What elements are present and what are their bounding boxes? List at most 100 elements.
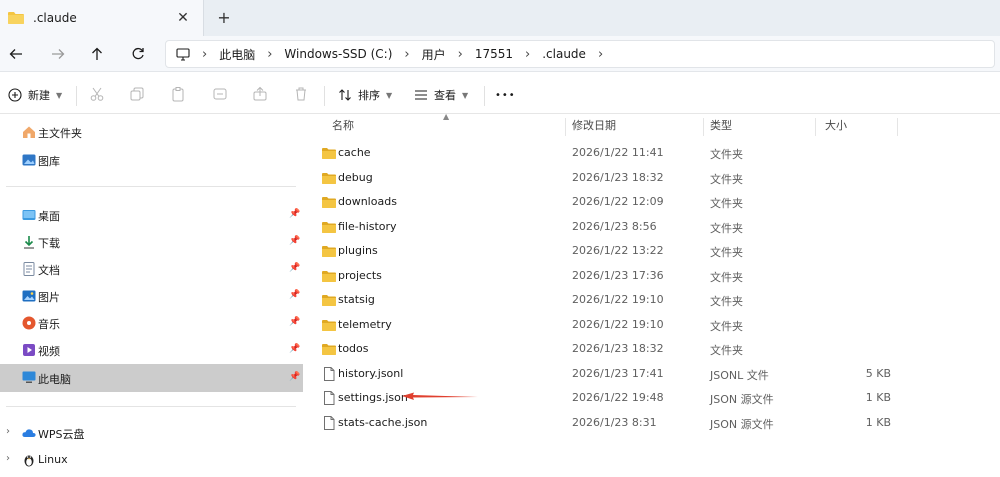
copy-icon[interactable] xyxy=(129,86,145,102)
download-icon xyxy=(24,236,34,249)
sidebar-item-home[interactable]: 主文件夹 xyxy=(0,119,303,145)
trash-icon[interactable] xyxy=(293,86,309,102)
chevron-right-icon[interactable]: › xyxy=(6,426,10,437)
file-row[interactable]: downloads 2026/1/22 12:09 文件夹 xyxy=(305,190,1000,214)
sidebar-divider xyxy=(6,186,296,187)
view-button-label: 查看 xyxy=(434,89,456,102)
chevron-right-icon[interactable]: › xyxy=(6,453,10,464)
file-type: JSONL 文件 xyxy=(710,368,769,382)
column-divider[interactable] xyxy=(703,118,704,136)
navigation-pane: 主文件夹 图库 桌面 📌 下载 📌 文档 📌 图片 📌 音乐 📌 视频 📌 此电… xyxy=(0,114,304,477)
sort-button[interactable]: 排序 ▼ xyxy=(338,84,392,106)
file-name: file-history xyxy=(338,219,397,233)
sidebar-item-label: 音乐 xyxy=(38,318,60,331)
chevron-right-icon[interactable]: › xyxy=(458,47,463,62)
pin-icon[interactable]: 📌 xyxy=(289,372,300,382)
file-row[interactable]: history.jsonl 2026/1/23 17:41 JSONL 文件 5 KB xyxy=(305,362,1000,386)
file-row[interactable]: todos 2026/1/23 18:32 文件夹 xyxy=(305,337,1000,361)
desktop-icon xyxy=(22,210,36,220)
back-button[interactable] xyxy=(4,42,28,66)
file-name: statsig xyxy=(338,293,375,306)
breadcrumb-claude[interactable]: .claude xyxy=(542,47,586,61)
file-modified: 2026/1/23 8:31 xyxy=(572,415,657,429)
new-button[interactable]: 新建 ▼ xyxy=(8,84,62,106)
sidebar-item-documents[interactable]: 文档 📌 xyxy=(0,256,303,282)
file-row[interactable]: statsig 2026/1/22 19:10 文件夹 xyxy=(305,288,1000,312)
file-name: projects xyxy=(338,268,382,282)
forward-button[interactable] xyxy=(46,42,70,66)
tab-claude[interactable]: .claude ✕ xyxy=(0,0,204,36)
pin-icon[interactable]: 📌 xyxy=(289,290,300,300)
file-list: ▲ 名称 修改日期 类型 大小 cache 2026/1/22 11:41 文件夹 d… xyxy=(305,112,1000,477)
breadcrumb-user-17551[interactable]: 17551 xyxy=(475,47,513,61)
new-tab-button[interactable]: + xyxy=(214,8,234,28)
column-header-size[interactable]: 大小 xyxy=(825,114,847,136)
file-row[interactable]: telemetry 2026/1/22 19:10 文件夹 xyxy=(305,313,1000,337)
arrow-right-icon xyxy=(52,49,65,59)
breadcrumb-this-pc[interactable]: 此电脑 xyxy=(219,46,255,63)
file-row[interactable]: stats-cache.json 2026/1/23 8:31 JSON 源文件 1 … xyxy=(305,411,1000,435)
sidebar-item-downloads[interactable]: 下载 📌 xyxy=(0,229,303,255)
sidebar-item-label: Linux xyxy=(38,453,68,466)
file-row[interactable]: file-history 2026/1/23 8:56 文件夹 xyxy=(305,215,1000,239)
file-row[interactable]: plugins 2026/1/22 13:22 文件夹 xyxy=(305,239,1000,263)
file-row[interactable]: debug 2026/1/23 18:32 文件夹 xyxy=(305,166,1000,190)
sort-button-label: 排序 xyxy=(358,89,380,102)
refresh-button[interactable] xyxy=(126,42,150,66)
chevron-right-icon[interactable]: › xyxy=(525,47,530,62)
address-bar[interactable]: › 此电脑 › Windows-SSD (C:) › 用户 › 17551 › … xyxy=(165,40,995,68)
pin-icon[interactable]: 📌 xyxy=(289,236,300,246)
sidebar-item-pictures[interactable]: 图片 📌 xyxy=(0,283,303,309)
file-modified: 2026/1/22 19:10 xyxy=(572,293,664,306)
file-icon xyxy=(324,366,335,381)
view-list-icon xyxy=(415,90,427,100)
sidebar-item-wps-cloud[interactable]: › WPS云盘 xyxy=(0,420,303,446)
chevron-right-icon[interactable]: › xyxy=(404,47,409,62)
column-divider[interactable] xyxy=(565,118,566,136)
rename-icon[interactable] xyxy=(212,86,228,102)
pin-icon[interactable]: 📌 xyxy=(289,263,300,273)
chevron-down-icon: ▼ xyxy=(462,90,469,100)
refresh-icon xyxy=(132,47,144,60)
breadcrumb-drive-c[interactable]: Windows-SSD (C:) xyxy=(284,47,392,61)
cut-icon[interactable] xyxy=(89,86,105,102)
share-icon[interactable] xyxy=(252,86,268,102)
more-options-button[interactable]: ••• xyxy=(495,84,516,106)
chevron-right-icon[interactable]: › xyxy=(267,47,272,62)
chevron-down-icon: ▼ xyxy=(56,90,63,100)
paste-icon[interactable] xyxy=(170,86,186,102)
file-size: 1 KB xyxy=(865,415,891,429)
sidebar-item-this-pc[interactable]: 此电脑 📌 xyxy=(0,364,303,392)
sidebar-item-videos[interactable]: 视频 📌 xyxy=(0,337,303,363)
sidebar-item-desktop[interactable]: 桌面 📌 xyxy=(0,202,303,228)
column-divider[interactable] xyxy=(815,118,816,136)
chevron-right-icon[interactable]: › xyxy=(598,47,603,62)
column-divider[interactable] xyxy=(897,118,898,136)
sidebar-item-music[interactable]: 音乐 📌 xyxy=(0,310,303,336)
pin-icon[interactable]: 📌 xyxy=(289,317,300,327)
file-row[interactable]: cache 2026/1/22 11:41 文件夹 xyxy=(305,141,1000,165)
video-icon xyxy=(23,344,35,356)
file-type: 文件夹 xyxy=(710,270,743,284)
pin-icon[interactable]: 📌 xyxy=(289,344,300,354)
file-modified: 2026/1/23 17:36 xyxy=(572,268,664,282)
folder-icon xyxy=(322,221,336,233)
view-button[interactable]: 查看 ▼ xyxy=(414,84,468,106)
tab-close-button[interactable]: ✕ xyxy=(173,10,193,26)
file-type: 文件夹 xyxy=(710,221,743,235)
sidebar-item-label: 主文件夹 xyxy=(38,127,82,140)
sidebar-item-gallery[interactable]: 图库 xyxy=(0,147,303,173)
folder-icon xyxy=(322,148,336,159)
file-row[interactable]: projects 2026/1/23 17:36 文件夹 xyxy=(305,264,1000,288)
column-header-modified[interactable]: 修改日期 xyxy=(572,114,616,136)
sort-ascending-icon: ▲ xyxy=(443,112,450,121)
music-icon xyxy=(22,316,36,330)
file-icon xyxy=(324,391,335,405)
column-header-name[interactable]: 名称 xyxy=(332,114,354,136)
breadcrumb-users[interactable]: 用户 xyxy=(422,46,446,63)
column-header-type[interactable]: 类型 xyxy=(710,114,732,136)
pin-icon[interactable]: 📌 xyxy=(289,209,300,219)
sidebar-item-linux[interactable]: › Linux xyxy=(0,447,303,473)
up-button[interactable] xyxy=(85,42,109,66)
sidebar-item-label: WPS云盘 xyxy=(38,428,85,441)
